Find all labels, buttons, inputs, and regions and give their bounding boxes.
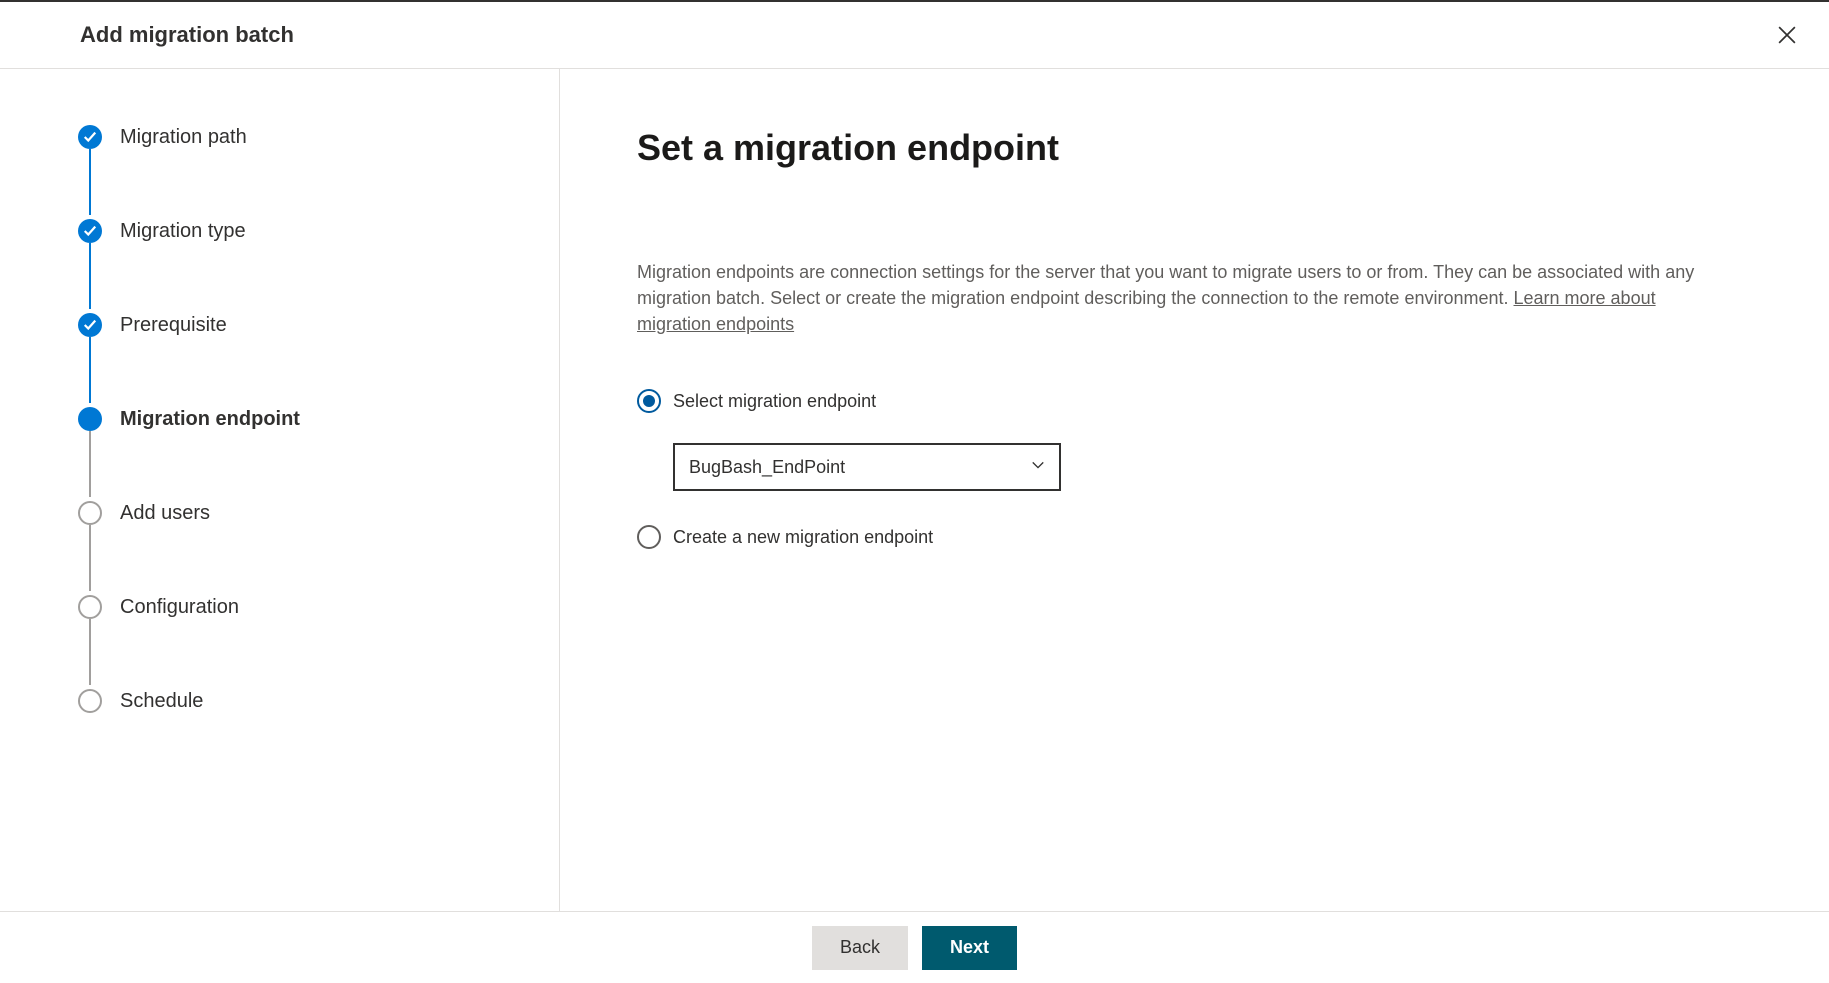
step-indicator-upcoming (78, 689, 102, 713)
radio-button-selected[interactable] (637, 389, 661, 413)
step-migration-path[interactable]: Migration path (78, 123, 519, 151)
chevron-down-icon (1031, 458, 1045, 477)
step-label: Add users (120, 502, 210, 525)
endpoint-select[interactable]: BugBash_EndPoint (673, 443, 1061, 491)
step-indicator-upcoming (78, 595, 102, 619)
select-value: BugBash_EndPoint (689, 457, 845, 478)
radio-button-unselected[interactable] (637, 525, 661, 549)
step-connector (89, 525, 91, 591)
step-indicator-completed (78, 313, 102, 337)
step-indicator-completed (78, 219, 102, 243)
step-prerequisite[interactable]: Prerequisite (78, 311, 519, 339)
radio-option-select-endpoint[interactable]: Select migration endpoint (637, 389, 1729, 413)
checkmark-icon (83, 224, 97, 238)
step-connector (89, 243, 91, 309)
step-migration-type[interactable]: Migration type (78, 217, 519, 245)
step-indicator-current (78, 407, 102, 431)
step-indicator-upcoming (78, 501, 102, 525)
step-configuration[interactable]: Configuration (78, 593, 519, 621)
step-label: Prerequisite (120, 314, 227, 337)
radio-label: Select migration endpoint (673, 391, 876, 412)
wizard-content: Set a migration endpoint Migration endpo… (560, 69, 1829, 911)
checkmark-icon (83, 318, 97, 332)
step-connector (89, 619, 91, 685)
step-schedule[interactable]: Schedule (78, 687, 519, 715)
steps-list: Migration path Migration type Prerequisi… (78, 123, 519, 715)
step-label: Configuration (120, 596, 239, 619)
step-connector (89, 337, 91, 403)
page-title: Set a migration endpoint (637, 127, 1729, 169)
radio-option-create-endpoint[interactable]: Create a new migration endpoint (637, 525, 1729, 549)
close-icon (1778, 26, 1796, 44)
step-connector (89, 149, 91, 215)
page-description: Migration endpoints are connection setti… (637, 259, 1727, 337)
step-label: Migration type (120, 220, 246, 243)
close-button[interactable] (1775, 23, 1799, 47)
step-label: Migration path (120, 126, 247, 149)
radio-label: Create a new migration endpoint (673, 527, 933, 548)
checkmark-icon (83, 130, 97, 144)
endpoint-radio-group: Select migration endpoint BugBash_EndPoi… (637, 389, 1729, 567)
steps-sidebar: Migration path Migration type Prerequisi… (0, 69, 560, 911)
step-label: Schedule (120, 690, 203, 713)
back-button[interactable]: Back (812, 926, 908, 970)
step-connector (89, 431, 91, 497)
step-label: Migration endpoint (120, 408, 300, 431)
endpoint-select-wrapper: BugBash_EndPoint (673, 443, 1729, 491)
next-button[interactable]: Next (922, 926, 1017, 970)
wizard-header: Add migration batch (0, 2, 1829, 69)
step-migration-endpoint[interactable]: Migration endpoint (78, 405, 519, 433)
wizard-body: Migration path Migration type Prerequisi… (0, 69, 1829, 911)
step-add-users[interactable]: Add users (78, 499, 519, 527)
step-indicator-completed (78, 125, 102, 149)
wizard-title: Add migration batch (80, 22, 294, 48)
wizard-footer: Back Next (0, 911, 1829, 983)
